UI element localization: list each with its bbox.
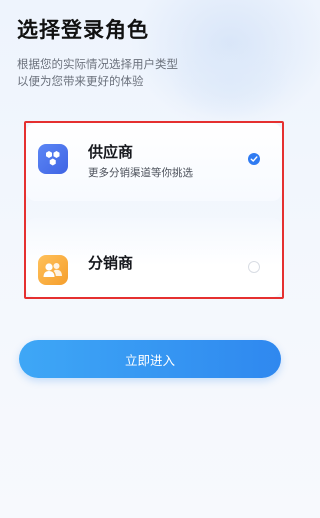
selection-highlight xyxy=(24,121,284,299)
page-title: 选择登录角色 xyxy=(17,18,149,42)
subtitle-line: 以便为您带来更好的体验 xyxy=(17,74,144,88)
subtitle-line: 根据您的实际情况选择用户类型 xyxy=(17,57,178,71)
page-subtitle: 根据您的实际情况选择用户类型 以便为您带来更好的体验 xyxy=(17,56,217,90)
enter-button[interactable]: 立即进入 xyxy=(19,340,281,378)
